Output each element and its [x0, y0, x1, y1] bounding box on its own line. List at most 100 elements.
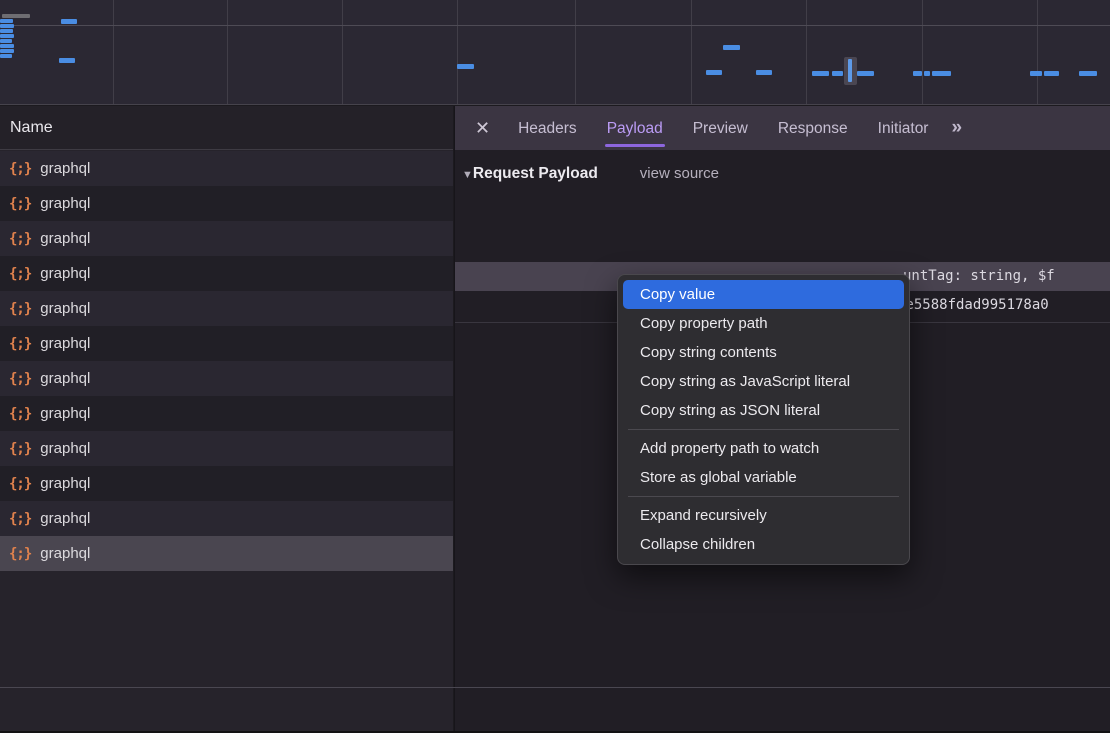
request-timing-bar	[723, 45, 740, 50]
request-payload-section-header: ▼Request Payloadview source	[455, 151, 1110, 192]
request-name-label: graphql	[40, 230, 90, 247]
overview-gridline	[575, 0, 576, 104]
request-timing-bar	[0, 49, 14, 53]
menu-item-copy-property-path[interactable]: Copy property path	[623, 309, 904, 338]
request-name-label: graphql	[40, 440, 90, 457]
request-timing-bar	[812, 71, 829, 76]
request-name-label: graphql	[40, 545, 90, 562]
request-timing-bar	[857, 71, 874, 76]
request-timing-bar	[706, 70, 722, 75]
request-timing-bar	[0, 44, 14, 48]
request-timing-bar	[932, 71, 951, 76]
devtools-network-panel: Name {;}graphql{;}graphql{;}graphql{;}gr…	[0, 0, 1110, 740]
name-column-header[interactable]: Name	[0, 106, 453, 150]
overview-gridline	[922, 0, 923, 104]
request-name-label: graphql	[40, 510, 90, 527]
network-request-row[interactable]: {;} graphql	[0, 326, 453, 361]
requests-list-panel: Name {;}graphql{;}graphql{;}graphql{;}gr…	[0, 106, 453, 733]
tab-preview[interactable]: Preview	[678, 106, 763, 150]
json-root-row[interactable]: ▼ {operationName: "ipFlowTimeseries", va…	[455, 204, 1110, 233]
json-file-icon: {;}	[9, 511, 31, 527]
network-request-row[interactable]: {;} graphql	[0, 536, 453, 571]
panel-footer-divider	[0, 687, 1110, 688]
tab-initiator[interactable]: Initiator	[863, 106, 944, 150]
request-timing-bar	[0, 54, 12, 58]
menu-item-copy-string-contents[interactable]: Copy string contents	[623, 338, 904, 367]
request-timing-bar	[2, 14, 30, 18]
overview-gridline	[1037, 0, 1038, 104]
json-row-operationName[interactable]: operationName: "ipFlowTimeseries"	[455, 233, 1110, 262]
request-timing-bar	[913, 71, 922, 76]
close-icon[interactable]: ✕	[475, 118, 490, 139]
page-background-strip	[0, 733, 1110, 740]
menu-separator	[628, 429, 899, 430]
request-name-label: graphql	[40, 195, 90, 212]
json-file-icon: {;}	[9, 266, 31, 282]
network-request-row[interactable]: {;} graphql	[0, 361, 453, 396]
property-value-end: ee5588fdad995178a0	[897, 291, 1049, 320]
network-overview-waterfall[interactable]	[0, 0, 1110, 105]
network-request-row[interactable]: {;} graphql	[0, 186, 453, 221]
menu-separator	[628, 496, 899, 497]
menu-item-copy-value[interactable]: Copy value	[623, 280, 904, 309]
request-timing-bar	[1030, 71, 1042, 76]
json-file-icon: {;}	[9, 476, 31, 492]
menu-item-expand-recursively[interactable]: Expand recursively	[623, 501, 904, 530]
property-value-end: untTag: string, $f	[903, 262, 1055, 291]
request-timing-bar	[924, 71, 930, 76]
json-file-icon: {;}	[9, 161, 31, 177]
more-tabs-icon[interactable]: »	[951, 117, 962, 139]
json-file-icon: {;}	[9, 301, 31, 317]
network-request-row[interactable]: {;} graphql	[0, 256, 453, 291]
overview-gridline	[691, 0, 692, 104]
context-menu: Copy valueCopy property pathCopy string …	[617, 274, 910, 565]
request-timing-bar	[0, 19, 13, 23]
request-timing-bar	[832, 71, 843, 76]
overview-gridline	[113, 0, 114, 104]
request-name-label: graphql	[40, 405, 90, 422]
request-timing-bar	[1079, 71, 1097, 76]
menu-item-store-as-global-variable[interactable]: Store as global variable	[623, 463, 904, 492]
overview-selection-bar	[848, 59, 852, 82]
request-name-label: graphql	[40, 370, 90, 387]
request-name-label: graphql	[40, 265, 90, 282]
detail-tabs: HeadersPayloadPreviewResponseInitiator	[503, 106, 943, 150]
json-file-icon: {;}	[9, 371, 31, 387]
json-file-icon: {;}	[9, 546, 31, 562]
request-name-label: graphql	[40, 300, 90, 317]
requests-list: {;} graphql {;} graphql {;} graphql {;} graphql…	[0, 151, 453, 571]
network-request-row[interactable]: {;} graphql	[0, 396, 453, 431]
network-request-row[interactable]: {;}graphql	[0, 151, 453, 186]
menu-item-collapse-children[interactable]: Collapse children	[623, 530, 904, 559]
tab-payload[interactable]: Payload	[592, 106, 678, 150]
menu-item-copy-string-as-javascript-literal[interactable]: Copy string as JavaScript literal	[623, 367, 904, 396]
json-file-icon: {;}	[9, 196, 31, 212]
view-source-link[interactable]: view source	[640, 165, 719, 182]
tab-headers[interactable]: Headers	[503, 106, 592, 150]
detail-tab-bar: ✕ HeadersPayloadPreviewResponseInitiator…	[455, 106, 1110, 150]
json-file-icon: {;}	[9, 336, 31, 352]
network-request-row[interactable]: {;} graphql	[0, 291, 453, 326]
tab-response[interactable]: Response	[763, 106, 863, 150]
request-timing-bar	[0, 34, 14, 38]
menu-item-add-property-path-to-watch[interactable]: Add property path to watch	[623, 434, 904, 463]
menu-item-copy-string-as-json-literal[interactable]: Copy string as JSON literal	[623, 396, 904, 425]
request-timing-bar	[0, 39, 12, 43]
overview-gridline	[806, 0, 807, 104]
overview-gridline	[227, 0, 228, 104]
network-request-row[interactable]: {;}graphql	[0, 221, 453, 256]
network-request-row[interactable]: {;} graphql	[0, 431, 453, 466]
request-timing-bar	[61, 19, 77, 24]
section-collapse-icon[interactable]: ▼	[462, 169, 473, 181]
request-timing-bar	[0, 29, 13, 33]
request-timing-bar	[457, 64, 474, 69]
overview-hline	[0, 25, 1110, 26]
json-file-icon: {;}	[9, 441, 31, 457]
json-file-icon: {;}	[9, 406, 31, 422]
network-request-row[interactable]: {;} graphql	[0, 501, 453, 536]
request-name-label: graphql	[40, 335, 90, 352]
request-timing-bar	[0, 24, 14, 28]
request-timing-bar	[1044, 71, 1059, 76]
network-request-row[interactable]: {;} graphql	[0, 466, 453, 501]
request-name-label: graphql	[40, 475, 90, 492]
